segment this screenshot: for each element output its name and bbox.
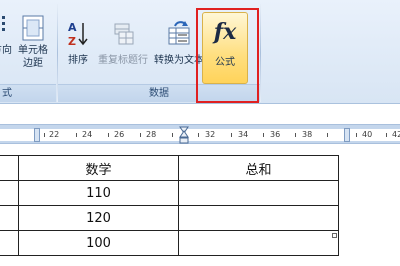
table-row: 110 [0,180,339,206]
ruler-tick [172,133,173,137]
sort-label: 排序 [68,55,88,66]
table-header-cell[interactable]: 总和 [178,155,339,181]
table-cell[interactable] [0,230,19,256]
table-cell[interactable]: 110 [18,180,179,206]
convert-to-text-icon [168,21,190,45]
ruler-tick [76,133,77,137]
ruler-number: 24 [82,130,93,139]
text-direction-label: 方向 [0,45,12,56]
convert-to-text-button[interactable]: 转换为文本 [152,20,206,67]
ruler-tick [198,133,199,137]
ruler-tick [140,133,141,137]
group-separator [260,4,261,102]
table-cell[interactable] [0,180,19,206]
table-cell[interactable] [178,230,339,256]
ruler-strip [0,129,400,141]
sort-az-icon: A Z [68,21,88,48]
column-marker[interactable] [34,128,40,142]
ruler-tick [263,133,264,137]
ruler-tick [231,133,232,137]
table-row: 100 [0,230,339,256]
text-direction-icon [2,16,5,31]
document-margin [0,104,400,124]
formula-icon: fx [203,19,247,45]
ruler-number: 32 [205,130,216,139]
ruler-tick [386,133,387,137]
table-resize-handle[interactable] [332,233,337,238]
table-cell[interactable]: 120 [18,205,179,231]
cell-margins-label-line2: 边距 [23,58,43,69]
repeat-header-label: 重复标题行 [98,55,148,66]
formula-label: 公式 [215,57,235,68]
repeat-header-icon [114,23,134,45]
cell-margins-icon [22,15,44,41]
table-cell[interactable] [0,155,19,181]
ruler-number: 40 [362,130,373,139]
text-direction-button[interactable]: 方向 [0,14,14,57]
indent-marker-icon[interactable] [179,126,189,144]
table-cell[interactable] [178,205,339,231]
sort-glyph-z: Z [68,35,76,48]
ruler-number: 22 [49,130,60,139]
data-table: 数学 总和 110 120 100 [0,155,339,256]
ribbon-group-alignment: 方向 单元格 边距 式 [0,0,56,104]
table-header-row: 数学 总和 [0,155,339,181]
ruler-number: 38 [302,130,313,139]
sort-glyph-a: A [68,21,77,34]
formula-glyph: fx [213,19,237,45]
horizontal-ruler[interactable]: 22 24 26 28 32 34 36 38 40 42 [0,124,400,144]
ruler-number: 36 [270,130,281,139]
table-row: 120 [0,205,339,231]
formula-button[interactable]: fx 公式 [202,12,248,84]
ribbon: 方向 单元格 边距 式 A Z 排序 [0,0,400,104]
ruler-number: 34 [238,130,249,139]
ruler-tick [356,133,357,137]
cell-margins-button[interactable]: 单元格 边距 [16,14,50,70]
group-label-data: 数据 [58,84,260,102]
document-area[interactable]: 数学 总和 110 120 100 [0,144,400,266]
table-cell[interactable]: 100 [18,230,179,256]
convert-to-text-label: 转换为文本 [154,55,204,66]
column-marker[interactable] [344,128,350,142]
ruler-tick [44,133,45,137]
group-label-left: 式 [0,84,56,102]
table-cell[interactable] [178,180,339,206]
ruler-number: 26 [114,130,125,139]
ruler-tick [327,133,328,137]
ruler-tick [295,133,296,137]
repeat-header-rows-button[interactable]: 重复标题行 [96,20,150,67]
cell-margins-label-line1: 单元格 [18,45,48,56]
ruler-tick [108,133,109,137]
sort-button[interactable]: A Z 排序 [64,20,92,67]
table-cell[interactable] [0,205,19,231]
ruler-number: 28 [146,130,157,139]
ruler-number: 42 [392,130,400,139]
table-header-cell[interactable]: 数学 [18,155,179,181]
